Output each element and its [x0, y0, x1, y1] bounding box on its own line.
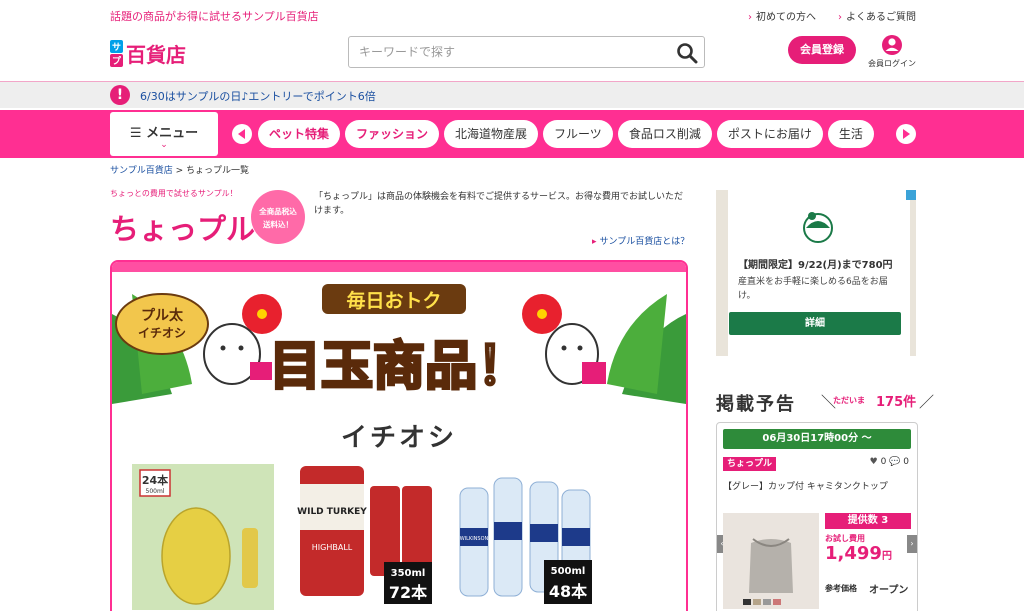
promo-banner[interactable]: プル太 イチオシ 毎日おトク 目玉商品！ — [112, 274, 686, 404]
header-links: › 初めての方へ › よくあるご質問 — [748, 8, 916, 23]
product-wk-volume: 500ml — [551, 566, 586, 577]
about-link[interactable]: ▸ サンプル百貨店とは？ — [592, 234, 689, 247]
search-icon[interactable] — [676, 42, 698, 64]
rice-bowl-icon — [803, 212, 833, 243]
login-button[interactable]: 会員ログイン — [866, 34, 918, 69]
alert-icon: ! — [110, 85, 130, 105]
preview-product-name[interactable]: 【グレー】カップ付 キャミタンクトップ — [723, 479, 888, 492]
chopul-logo-text: ちょっプル — [110, 212, 255, 246]
preview-ref-label: 参考価格 — [825, 584, 857, 593]
category-hokkaido[interactable]: 北海道物産展 — [444, 120, 539, 148]
category-food-loss[interactable]: 食品ロス削減 — [617, 120, 712, 148]
product-wt-subname: HIGHBALL — [312, 543, 353, 552]
ribbon-line1: プル太 — [141, 307, 184, 324]
preview-heading: 掲載予告 — [716, 394, 796, 415]
preview-stock: 提供数 3 — [825, 513, 911, 529]
faq-link[interactable]: › よくあるご質問 — [838, 8, 916, 23]
comment-count: 0 — [903, 457, 909, 467]
notice-bar: ! 6/30はサンプルの日♪エントリーでポイント6倍 — [0, 82, 1024, 108]
sidebar-ad[interactable]: 【期間限定】9/22(月)まで780円 産直米をお手軽に楽しめる6品をお届け。 … — [716, 190, 916, 356]
chevron-right-icon: › — [748, 12, 752, 23]
product-wt-volume: 350ml — [391, 568, 426, 579]
category-nav: ☰ メニュー ⌄ ペット特集 ファッション 北海道物産展 フルーツ 食品ロス削減… — [0, 110, 1024, 158]
product-wt-count: 72本 — [389, 583, 427, 602]
svg-text:サ: サ — [112, 42, 121, 53]
chopul-catch: ちょっとの費用で試せるサンプル！ — [110, 188, 238, 198]
triangle-right-icon: ▸ — [592, 237, 597, 247]
category-post-delivery[interactable]: ポストにお届け — [716, 120, 823, 148]
promo-panel[interactable]: プル太 イチオシ 毎日おトク 目玉商品！ イチオシ 24本 500ml WILD — [110, 260, 688, 611]
chevron-down-icon: ⌄ — [160, 140, 168, 150]
svg-text:プ: プ — [112, 55, 122, 67]
menu-label: ☰ メニュー — [129, 126, 199, 141]
chopul-badge-line1: 全商品税込 — [258, 206, 297, 216]
breadcrumb: サンプル百貨店 > ちょっプル一覧 — [110, 166, 250, 176]
site-header: 話題の商品がお得に試せるサンプル百貨店 › 初めての方へ › よくあるご質問 サ プ… — [0, 0, 1024, 82]
preview-price: 1,499円 — [825, 543, 892, 564]
menu-button[interactable]: ☰ メニュー ⌄ — [110, 112, 218, 156]
product-wild-turkey[interactable]: WILD TURKEY HIGHBALL 350ml 72本 — [296, 464, 438, 610]
nav-next-button[interactable] — [896, 124, 916, 144]
breadcrumb-home[interactable]: サンプル百貨店 — [110, 166, 173, 176]
preview-product-image[interactable] — [723, 513, 819, 609]
preview-reactions: ♥ 0 💬 0 — [870, 457, 909, 467]
preview-date: 06月30日17時00分 〜 — [723, 429, 911, 449]
svg-text:百貨店: 百貨店 — [126, 43, 186, 67]
product-tea-size: 500ml — [146, 488, 165, 495]
preview-header: 掲載予告 ＼ ただいま 175件 ／ — [716, 388, 934, 415]
hamburger-icon: ☰ — [129, 126, 142, 141]
search-box — [348, 36, 705, 68]
ad-details-button[interactable]: 詳細 — [729, 312, 901, 335]
arrow-left-icon — [238, 129, 245, 139]
login-label: 会員ログイン — [868, 59, 916, 68]
ad-choices-icon[interactable] — [906, 190, 916, 200]
arrow-right-icon — [903, 129, 910, 139]
product-wilkinson[interactable]: WILKINSON 500ml 48本 — [456, 464, 598, 610]
product-wk-count: 48本 — [549, 582, 587, 601]
site-logo[interactable]: サ プ 百貨店 — [110, 38, 194, 68]
site-tagline: 話題の商品がお得に試せるサンプル百貨店 — [110, 10, 319, 23]
ribbon-line2: イチオシ — [138, 326, 186, 340]
notice-link[interactable]: 6/30はサンプルの日♪エントリーでポイント6倍 — [140, 88, 376, 104]
like-count: 0 — [880, 457, 887, 467]
register-button[interactable]: 会員登録 — [788, 36, 856, 64]
banner-main: 目玉商品！ — [269, 337, 529, 397]
category-fashion[interactable]: ファッション — [345, 120, 440, 148]
search-input[interactable] — [359, 43, 659, 61]
pickup-title: イチオシ — [340, 423, 457, 453]
chopul-description: 「ちょっプル」は商品の体験機会を有料でご提供するサービス。お得な費用でお試しいた… — [314, 192, 684, 216]
banner-sub: 毎日おトク — [346, 289, 441, 312]
chopul-logo: ちょっとの費用で試せるサンプル！ ちょっプル 全商品税込 送料込！ — [110, 188, 305, 246]
category-fruit[interactable]: フルーツ — [543, 120, 613, 148]
product-wk-brand: WILKINSON — [460, 536, 489, 542]
product-tea-count: 24本 — [142, 473, 168, 487]
user-icon — [882, 35, 902, 55]
ad-body: 【期間限定】9/22(月)まで780円 産直米をお手軽に楽しめる6品をお届け。 … — [728, 190, 910, 356]
nav-prev-button[interactable] — [232, 124, 252, 144]
preview-count: 175件 — [876, 395, 917, 410]
chevron-right-icon: › — [838, 12, 842, 23]
preview-card[interactable]: 06月30日17時00分 〜 ちょっプル ♥ 0 💬 0 【グレー】カップ付 キ… — [716, 422, 918, 611]
comment-icon[interactable]: 💬 — [889, 457, 900, 467]
first-time-link[interactable]: › 初めての方へ — [748, 8, 816, 23]
product-tea[interactable]: 24本 500ml — [132, 464, 274, 610]
chopul-badge-line2: 送料込！ — [262, 219, 293, 229]
card-next-button[interactable]: › — [907, 535, 917, 553]
heart-icon[interactable]: ♥ — [870, 457, 878, 467]
category-pet[interactable]: ペット特集 — [258, 120, 341, 148]
ad-subtitle: 産直米をお手軽に楽しめる6品をお届け。 — [738, 277, 888, 301]
preview-ref-value: オープン — [869, 585, 909, 596]
product-wt-brand: WILD TURKEY — [297, 507, 367, 517]
ad-title: 【期間限定】9/22(月)まで780円 — [738, 260, 893, 271]
preview-now-label: ただいま — [833, 396, 865, 405]
breadcrumb-current: ちょっプル一覧 — [186, 166, 250, 176]
category-pills: ペット特集 ファッション 北海道物産展 フルーツ 食品ロス削減 ポストにお届け … — [258, 120, 894, 148]
preview-tag: ちょっプル — [723, 457, 777, 471]
dog-mascot-icon — [545, 323, 606, 385]
ribbon-badge: プル太 イチオシ — [115, 293, 209, 355]
category-living[interactable]: 生活 — [827, 120, 874, 148]
